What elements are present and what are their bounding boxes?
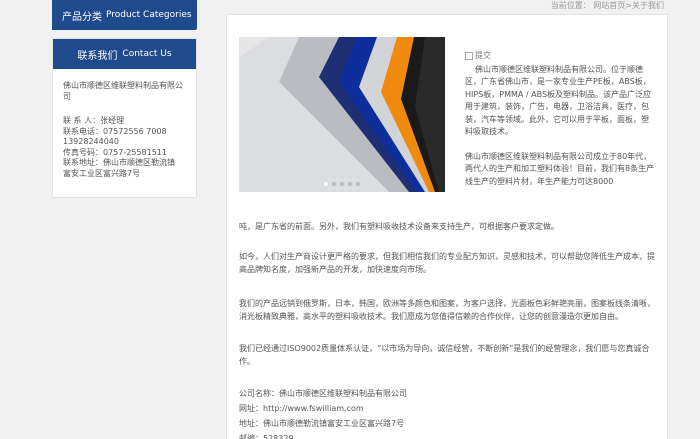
website-line[interactable]: 网址：http://www.fswilliam.com xyxy=(239,401,661,416)
product-slider[interactable] xyxy=(239,37,445,192)
address-line: 地址：佛山市顺德勒流镇富安工业区富兴路7号 xyxy=(239,419,405,428)
postcode-line: 邮编：528329 xyxy=(239,434,294,439)
intro-text: 佛山市顺德区维联塑料制品有限公司。位于顺德区，广东省佛山市，是一家专业生产PE板… xyxy=(465,64,652,137)
contact-address: 联系地址：佛山市顺德区勒流镇 xyxy=(63,158,175,167)
plastic-sheets-image xyxy=(239,37,445,192)
contact-body: 佛山市顺德区维联塑料制品有限公司 联 系 人：张经理 联系电话：07572556… xyxy=(53,69,196,197)
contact-box: 联系我们 Contact Us 佛山市顺德区维联塑料制品有限公司 联 系 人：张… xyxy=(52,38,197,198)
slider-dot[interactable] xyxy=(332,182,336,186)
slider-dot[interactable] xyxy=(340,182,344,186)
sidebar: 产品分类 Product Categories 联系我们 Contact Us … xyxy=(52,0,197,198)
categories-title-en: Product Categories xyxy=(106,10,192,20)
slider-dot[interactable] xyxy=(324,182,328,186)
contact-title-en: Contact Us xyxy=(122,49,172,59)
broken-image-alt: 提交 xyxy=(475,51,491,60)
history-text-start: 佛山市顺德区维联塑料制品有限公司成立于80年代，两代人的生产和加工塑料体验！目前… xyxy=(465,151,655,186)
iso-paragraph: 我们已经通过ISO9002质量体系认证，“以市场为导向，诚信经营，不断创新”是我… xyxy=(239,344,650,366)
history-text-end: 吨，是广东省的前面。另外，我们有塑料吸收技术设备来支持生产，可根据客户要求定做。 xyxy=(239,222,559,231)
contact-fax: 传真号码：0757-25581511 xyxy=(63,147,167,157)
contact-title: 联系我们 xyxy=(77,50,118,62)
categories-title: 产品分类 xyxy=(62,11,102,23)
slider-dots xyxy=(239,182,445,186)
company-name-line: 公司名称：佛山市顺德区维联塑料制品有限公司 xyxy=(239,389,407,398)
broken-image: 提交 xyxy=(465,50,655,63)
slider-dot[interactable] xyxy=(356,182,360,186)
contact-address-2: 富安工业区富兴路7号 xyxy=(63,168,141,178)
contact-person: 联 系 人：张经理 xyxy=(63,116,125,125)
design-paragraph: 如今，人们对生产商设计更严格的要求，但我们相信我们的专业配方知识，灵感和技术，可… xyxy=(239,252,655,274)
contact-company: 佛山市顺德区维联塑料制品有限公司 xyxy=(63,81,183,101)
main-content: 提交 佛山市顺德区维联塑料制品有限公司。位于顺德区，广东省佛山市，是一家专业生产… xyxy=(226,14,668,439)
contact-mobile: 13928244040 xyxy=(63,137,119,146)
broken-image-icon xyxy=(465,52,473,61)
company-info: 公司名称：佛山市顺德区维联塑料制品有限公司 网址：http://www.fswi… xyxy=(239,386,661,439)
contact-phone: 联系电话：07572556 7008 xyxy=(63,126,167,136)
slider-dot[interactable] xyxy=(348,182,352,186)
contact-header: 联系我们 Contact Us xyxy=(53,39,196,69)
intro-right-column: 提交 佛山市顺德区维联塑料制品有限公司。位于顺德区，广东省佛山市，是一家专业生产… xyxy=(465,50,655,188)
breadcrumb[interactable]: 当前位置： 网站首页>关于我们 xyxy=(551,0,664,11)
export-paragraph: 我们的产品远销到俄罗斯，日本，韩国，欧洲等多颜色和图案，为客户选择，光面板色彩鲜… xyxy=(239,299,655,321)
product-categories-header[interactable]: 产品分类 Product Categories xyxy=(52,0,197,30)
